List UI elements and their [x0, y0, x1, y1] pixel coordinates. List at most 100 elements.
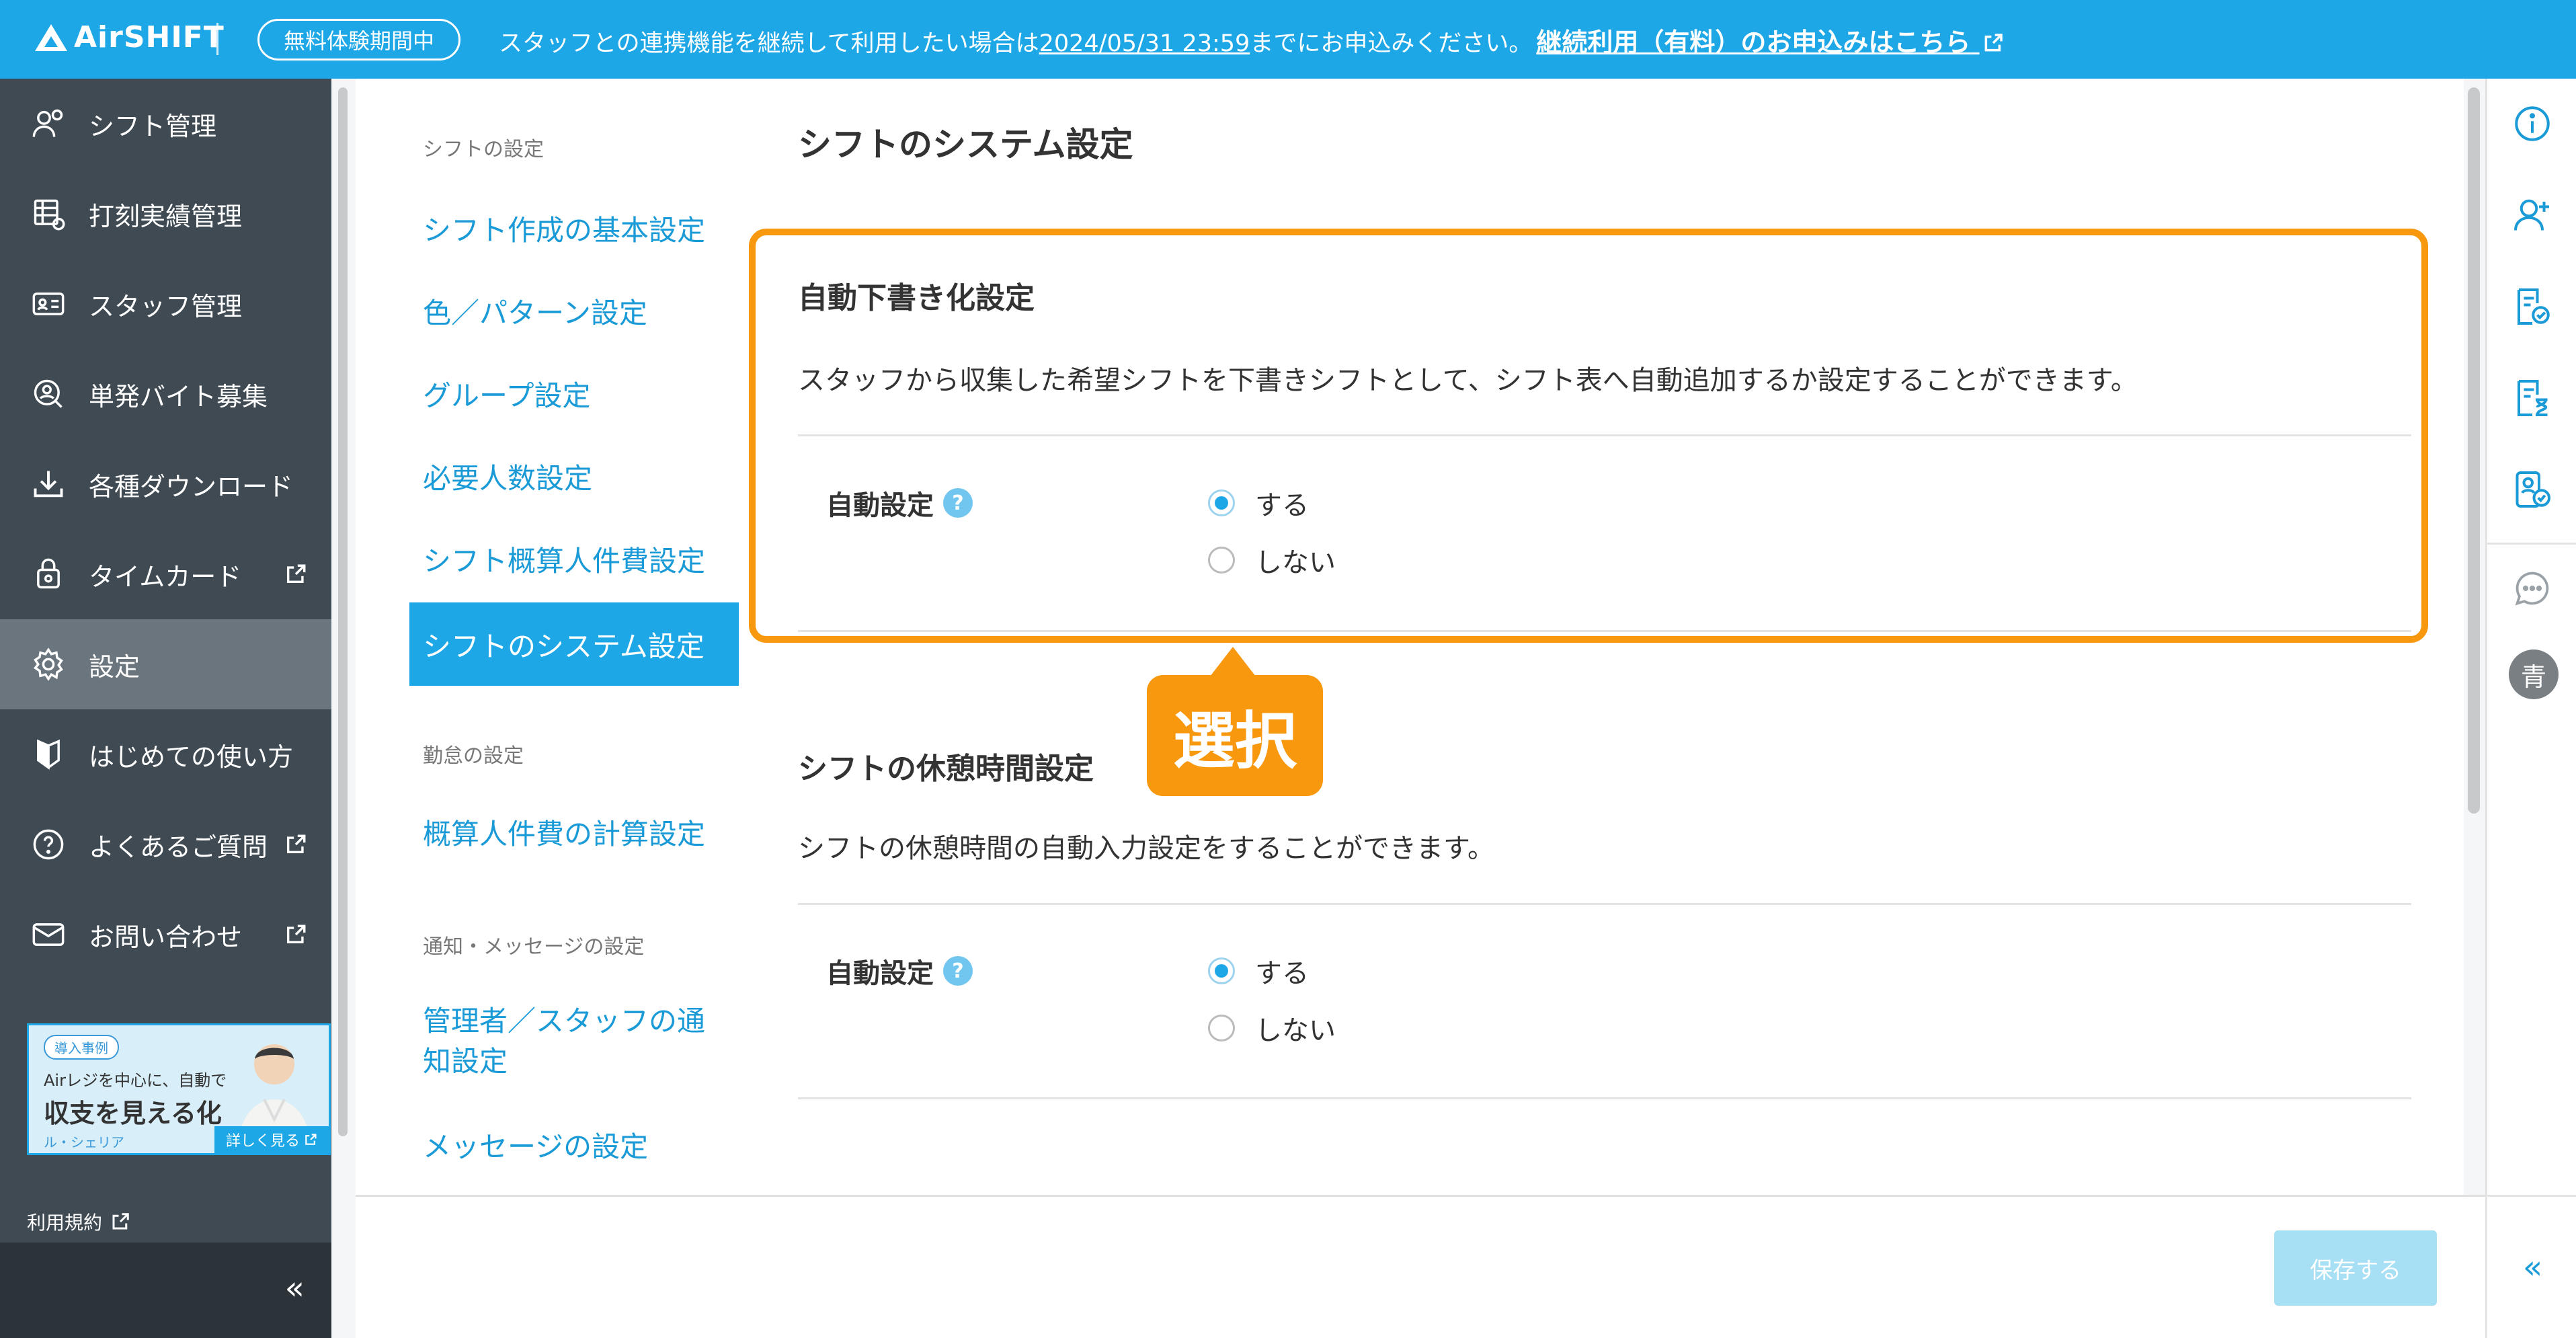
sidebar-item-downloads[interactable]: 各種ダウンロード — [0, 439, 331, 529]
badge-check-icon[interactable] — [2510, 467, 2554, 512]
airshift-logo[interactable]: AirSHIFT — [35, 20, 225, 54]
external-link-icon — [286, 924, 306, 944]
ad-more-button[interactable]: 詳しく見る — [214, 1126, 329, 1153]
selection-highlight — [749, 229, 2428, 643]
sidebar-item-label: お問い合わせ — [89, 922, 243, 952]
external-link-icon — [286, 834, 306, 854]
doc-check-icon[interactable] — [2510, 284, 2554, 329]
ad-tag: 導入事例 — [44, 1035, 119, 1060]
sidebar-item-faq[interactable]: よくあるご質問 — [0, 799, 331, 890]
continue-subscription-link-label: 継続利用（有料）のお申込みはこちら — [1536, 28, 1971, 57]
add-person-icon[interactable] — [2510, 193, 2554, 237]
field-label-text: 自動設定 — [826, 958, 934, 989]
banner-deadline: 2024/05/31 23:59 — [1039, 30, 1250, 57]
settings-link-color-pattern[interactable]: 色／パターン設定 — [423, 290, 647, 331]
page-title: シフトのシステム設定 — [798, 125, 1133, 164]
section-heading-attendance: 勤怠の設定 — [423, 744, 524, 768]
ad-company: ル・シェリア — [44, 1134, 124, 1150]
ad-headline: 収支を見える化 — [44, 1099, 222, 1128]
terms-link[interactable]: 利用規約 — [27, 1208, 130, 1235]
sidebar-item-contact[interactable]: お問い合わせ — [0, 890, 331, 980]
external-link-icon — [112, 1213, 129, 1230]
beginner-mark-icon — [30, 736, 67, 773]
radio-button-checked[interactable] — [1208, 957, 1235, 984]
divider — [798, 1097, 2411, 1099]
settings-link-notification[interactable]: 管理者／スタッフの通知設定 — [423, 1001, 732, 1082]
right-rail: 青 « — [2485, 79, 2576, 1338]
banner-message: スタッフとの連携機能を継続して利用したい場合は 2024/05/31 23:59… — [499, 22, 2004, 58]
mail-icon — [30, 916, 67, 953]
sidebar-item-label: タイムカード — [89, 561, 242, 592]
sidebar-collapse-bar: « — [0, 1243, 331, 1338]
section-heading-shift: シフトの設定 — [423, 138, 544, 161]
break-time-field-label: 自動設定 ? — [826, 951, 973, 990]
settings-nav: シフトの設定 シフト作成の基本設定 色／パターン設定 グループ設定 必要人数設定… — [356, 79, 746, 1195]
radio-button[interactable] — [1208, 1015, 1235, 1041]
sidebar-scrollbar-thumb[interactable] — [338, 87, 348, 1136]
settings-link-shift-basic[interactable]: シフト作成の基本設定 — [423, 208, 705, 249]
sidebar-item-label: 設定 — [89, 652, 140, 682]
case-study-ad-banner[interactable]: 導入事例 Airレジを中心に、自動で 収支を見える化 ル・シェリア 詳しく見る — [27, 1023, 331, 1155]
timecard-list-icon — [30, 195, 67, 233]
external-link-icon — [286, 564, 306, 584]
rail-collapse-button[interactable]: « — [2487, 1195, 2576, 1338]
save-button[interactable]: 保存する — [2274, 1230, 2437, 1306]
download-icon — [30, 465, 67, 503]
timecard-lock-icon — [30, 555, 67, 593]
callout-arrow — [1210, 647, 1256, 676]
save-bar: 保存する — [356, 1195, 2485, 1338]
trial-badge: 無料体験期間中 — [257, 19, 461, 61]
sidebar-item-label: スタッフ管理 — [89, 291, 243, 321]
continue-subscription-link[interactable]: 継続利用（有料）のお申込みはこちら — [1536, 22, 2003, 58]
sidebar-item-label: 各種ダウンロード — [89, 471, 294, 502]
settings-link-group[interactable]: グループ設定 — [423, 373, 590, 414]
sidebar-item-label: シフト管理 — [89, 111, 217, 141]
settings-link-cost-calc[interactable]: 概算人件費の計算設定 — [423, 812, 705, 853]
external-link-icon — [305, 1134, 317, 1145]
settings-link-message[interactable]: メッセージの設定 — [423, 1124, 648, 1165]
sidebar-item-settings[interactable]: 設定 — [0, 619, 331, 709]
doc-hourglass-icon[interactable] — [2510, 376, 2554, 420]
airshift-logo-icon — [35, 24, 67, 51]
sidebar-item-shift[interactable]: シフト管理 — [0, 79, 331, 169]
sidebar-item-timecard[interactable]: タイムカード — [0, 529, 331, 619]
sidebar-item-gig-recruit[interactable]: 単発バイト募集 — [0, 349, 331, 439]
content-scrollbar-thumb[interactable] — [2468, 87, 2480, 814]
logo-separator — [216, 23, 218, 55]
divider — [798, 903, 2411, 905]
sidebar-item-label: はじめての使い方 — [89, 742, 294, 772]
help-icon[interactable]: ? — [943, 956, 973, 986]
break-time-option-no[interactable]: しない — [1208, 1009, 1336, 1048]
id-card-icon — [30, 285, 67, 323]
sidebar-item-label: 単発バイト募集 — [89, 381, 268, 411]
sidebar-item-staff[interactable]: スタッフ管理 — [0, 259, 331, 349]
sidebar-collapse-button[interactable]: « — [285, 1269, 305, 1307]
info-icon[interactable] — [2510, 102, 2554, 146]
settings-link-labor-cost[interactable]: シフト概算人件費設定 — [423, 539, 705, 580]
settings-link-system[interactable]: シフトのシステム設定 — [409, 602, 739, 686]
sidebar-item-getting-started[interactable]: はじめての使い方 — [0, 709, 331, 799]
ad-more-label: 詳しく見る — [225, 1133, 300, 1150]
terms-label: 利用規約 — [27, 1212, 103, 1234]
sidebar-item-label: よくあるご質問 — [89, 832, 268, 862]
break-time-option-yes[interactable]: する — [1208, 951, 1309, 990]
select-callout: 選択 — [1147, 675, 1323, 796]
question-circle-icon — [30, 826, 67, 863]
settings-link-required-staff[interactable]: 必要人数設定 — [423, 456, 592, 497]
person-search-icon — [30, 375, 67, 413]
radio-label: する — [1255, 958, 1309, 989]
radio-label: しない — [1255, 1015, 1336, 1046]
sidebar-item-label: 打刻実績管理 — [89, 201, 243, 231]
external-link-icon — [1984, 34, 2003, 52]
main-sidebar: シフト管理 打刻実績管理 スタッフ管理 単発バイト募集 各種ダウンロード タイム… — [0, 79, 331, 1338]
banner-message-pre: スタッフとの連携機能を継続して利用したい場合は — [499, 30, 1039, 57]
section-heading-notification: 通知・メッセージの設定 — [423, 935, 645, 959]
trial-banner: AirSHIFT 無料体験期間中 スタッフとの連携機能を継続して利用したい場合は… — [0, 0, 2576, 79]
ad-subtitle: Airレジを中心に、自動で — [44, 1071, 227, 1090]
break-time-title: シフトの休憩時間設定 — [798, 752, 1094, 786]
sidebar-item-timecard-records[interactable]: 打刻実績管理 — [0, 169, 331, 259]
banner-message-post: までにお申込みください。 — [1250, 30, 1533, 57]
avatar[interactable]: 青 — [2509, 650, 2559, 699]
chat-icon[interactable] — [2510, 566, 2554, 611]
break-time-description: シフトの休憩時間の自動入力設定をすることができます。 — [798, 833, 1494, 864]
